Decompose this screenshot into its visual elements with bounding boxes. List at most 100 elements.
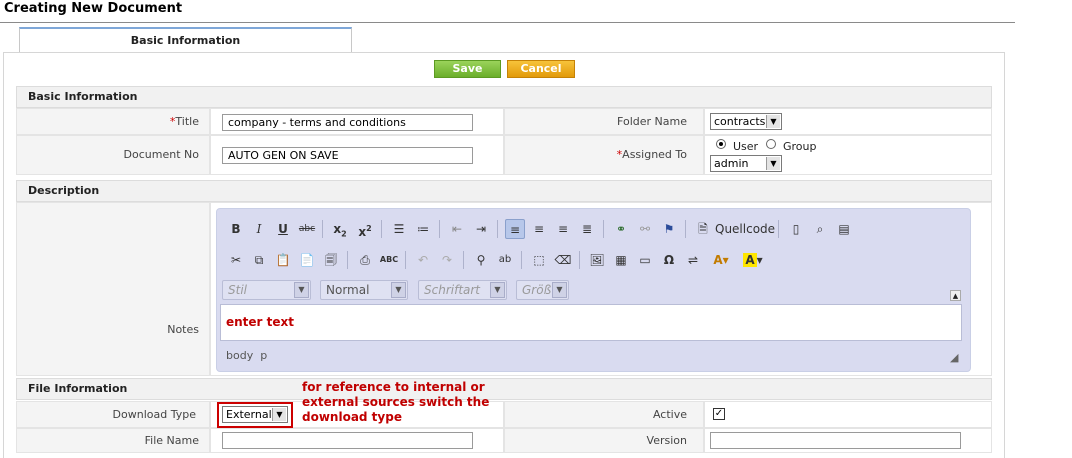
source-button-label[interactable]: Quellcode (715, 222, 775, 236)
select-all-icon[interactable]: ⬚ (529, 250, 549, 270)
assign-user-radio[interactable] (716, 139, 726, 149)
paste-word-icon[interactable]: 🗐 (321, 250, 341, 270)
toolbar-separator (405, 251, 406, 269)
indent-icon[interactable]: ⇥ (471, 219, 491, 239)
title-label: *Title (16, 108, 210, 135)
active-checkbox[interactable]: ✓ (713, 408, 725, 420)
page-break-icon[interactable]: ⇌ (683, 250, 703, 270)
strikethrough-icon[interactable]: abc (297, 219, 317, 239)
collapse-toolbar-icon[interactable]: ▲ (950, 290, 961, 301)
special-char-icon[interactable]: Ω (659, 250, 679, 270)
new-page-icon[interactable]: ▯ (786, 219, 806, 239)
chevron-down-icon: ▼ (391, 282, 406, 298)
version-label: Version (504, 428, 704, 453)
chevron-down-icon: ▼ (294, 282, 309, 298)
find-icon[interactable]: ⚲ (471, 250, 491, 270)
bold-icon[interactable]: B (226, 219, 246, 239)
unlink-icon[interactable]: ⚯ (635, 219, 655, 239)
size-combo[interactable]: Größ ▼ (516, 280, 569, 300)
active-label: Active (504, 401, 704, 428)
assign-user-label: User (733, 140, 759, 153)
background-color-icon[interactable]: A ▾ (739, 250, 767, 270)
remove-format-icon[interactable]: ⌫ (553, 250, 573, 270)
toolbar-separator (439, 220, 440, 238)
toolbar-separator (497, 220, 498, 238)
link-icon[interactable]: ⚭ (611, 219, 631, 239)
assign-group-radio[interactable] (766, 139, 776, 149)
spellcheck-icon[interactable]: ABC (379, 250, 399, 270)
resize-handle-icon[interactable]: ◢ (950, 351, 958, 364)
toolbar-separator (322, 220, 323, 238)
bulleted-list-icon[interactable]: ≔ (413, 219, 433, 239)
toolbar-separator (685, 220, 686, 238)
cut-icon[interactable]: ✂ (226, 250, 246, 270)
toolbar-separator (521, 251, 522, 269)
cancel-button[interactable]: Cancel (507, 60, 575, 78)
align-justify-icon[interactable]: ≣ (577, 219, 597, 239)
chevron-down-icon: ▼ (490, 282, 505, 298)
toolbar-separator (603, 220, 604, 238)
font-combo[interactable]: Schriftart ▼ (418, 280, 507, 300)
align-center-icon[interactable]: ≡ (529, 219, 549, 239)
chevron-down-icon: ▼ (766, 157, 780, 170)
title-input[interactable]: company - terms and conditions (222, 114, 473, 131)
section-header-basic-information: Basic Information (16, 86, 992, 108)
document-no-label: Document No (16, 135, 210, 175)
download-type-label: Download Type (16, 401, 210, 428)
size-combo-value: Größ (522, 283, 552, 297)
source-icon[interactable]: 🗎 (693, 219, 713, 239)
print-icon[interactable]: ⎙ (355, 250, 375, 270)
paste-text-icon[interactable]: 📄 (297, 250, 317, 270)
templates-icon[interactable]: ▤ (834, 219, 854, 239)
editor-content-text[interactable]: enter text (226, 315, 294, 329)
italic-icon[interactable]: I (249, 219, 269, 239)
horizontal-rule-icon[interactable]: ▭ (635, 250, 655, 270)
align-left-icon[interactable]: ≡ (505, 219, 525, 239)
title-label-text: Title (175, 115, 199, 128)
preview-icon[interactable]: ⌕ (810, 219, 830, 239)
assigned-to-value: admin (714, 157, 749, 170)
chevron-down-icon: ▼ (552, 282, 567, 298)
assigned-to-label-text: Assigned To (622, 148, 687, 161)
annotation-note: for reference to internal or external so… (302, 380, 490, 424)
title-divider (0, 22, 1015, 23)
folder-name-select[interactable]: contracts ▼ (710, 113, 782, 130)
table-icon[interactable]: ▦ (611, 250, 631, 270)
active-cell (704, 401, 992, 428)
notes-label: Notes (16, 202, 210, 376)
undo-icon[interactable]: ↶ (413, 250, 433, 270)
toolbar-separator (381, 220, 382, 238)
editor-content-area[interactable] (220, 304, 962, 341)
numbered-list-icon[interactable]: ☰ (389, 219, 409, 239)
text-color-icon[interactable]: A▾ (707, 250, 735, 270)
subscript-icon[interactable]: x2 (330, 219, 350, 239)
style-combo[interactable]: Stil ▼ (222, 280, 311, 300)
superscript-icon[interactable]: x2 (355, 219, 375, 239)
folder-name-label: Folder Name (504, 108, 704, 135)
replace-icon[interactable]: ab (495, 250, 515, 270)
image-icon[interactable]: 🖼 (587, 250, 607, 270)
tab-basic-information[interactable]: Basic Information (19, 27, 352, 52)
font-combo-value: Schriftart (424, 283, 481, 297)
section-header-description: Description (16, 180, 992, 202)
copy-icon[interactable]: ⧉ (249, 250, 269, 270)
version-input[interactable] (710, 432, 961, 449)
section-header-file-information: File Information (16, 378, 992, 400)
anchor-flag-icon[interactable]: ⚑ (659, 219, 679, 239)
save-button[interactable]: Save (434, 60, 501, 78)
page-title: Creating New Document (4, 1, 183, 16)
underline-icon[interactable]: U (273, 219, 293, 239)
chevron-down-icon: ▼ (766, 115, 780, 128)
element-path: body p (226, 349, 268, 362)
format-combo[interactable]: Normal ▼ (320, 280, 408, 300)
toolbar-separator (463, 251, 464, 269)
file-name-input[interactable] (222, 432, 473, 449)
paste-icon[interactable]: 📋 (273, 250, 293, 270)
redo-icon[interactable]: ↷ (437, 250, 457, 270)
file-name-label: File Name (16, 428, 210, 453)
toolbar-separator (778, 220, 779, 238)
document-no-input[interactable]: AUTO GEN ON SAVE (222, 147, 473, 164)
assigned-to-select[interactable]: admin ▼ (710, 155, 782, 172)
outdent-icon[interactable]: ⇤ (447, 219, 467, 239)
align-right-icon[interactable]: ≡ (553, 219, 573, 239)
